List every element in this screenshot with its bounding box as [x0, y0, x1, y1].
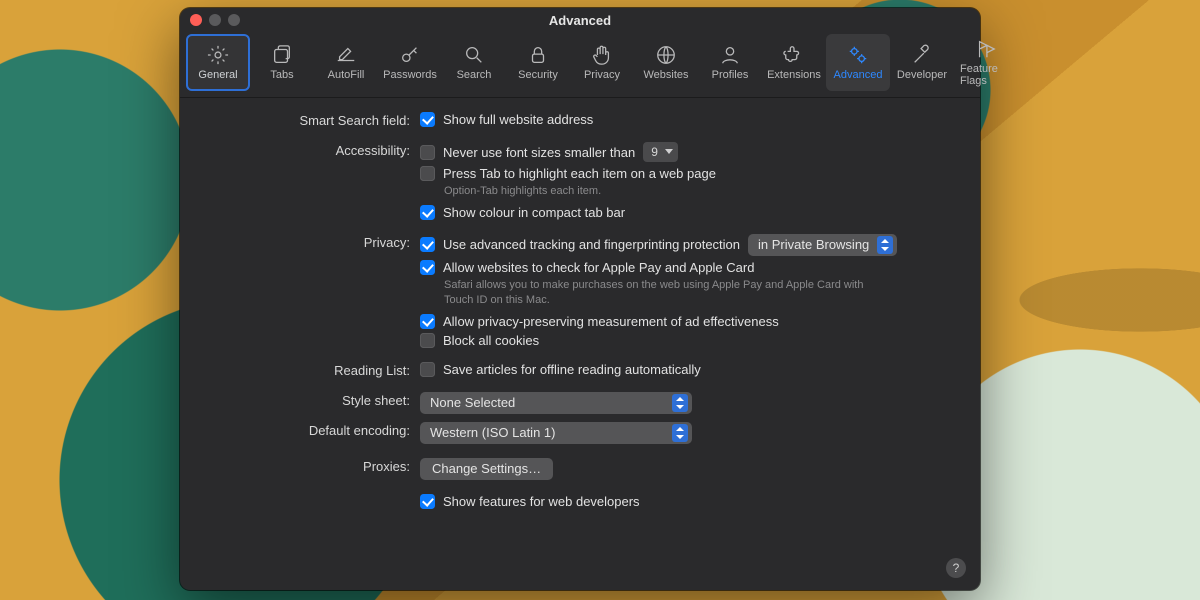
- block-cookies-checkbox[interactable]: [420, 333, 435, 348]
- toolbar-label: General: [198, 69, 237, 81]
- flags-icon: [975, 38, 997, 60]
- gears-icon: [847, 44, 869, 66]
- toolbar-advanced[interactable]: Advanced: [826, 34, 890, 91]
- toolbar-label: Passwords: [383, 69, 437, 81]
- encoding-value: Western (ISO Latin 1): [430, 425, 555, 440]
- min-font-value: 9: [651, 145, 658, 159]
- toolbar-security[interactable]: Security: [506, 34, 570, 91]
- accessibility-label: Accessibility:: [200, 142, 420, 158]
- tracking-scope-value: in Private Browsing: [758, 237, 869, 252]
- window-title: Advanced: [180, 13, 980, 28]
- show-colour-checkbox[interactable]: [420, 205, 435, 220]
- block-cookies-label: Block all cookies: [443, 333, 539, 348]
- toolbar-label: Tabs: [270, 69, 293, 81]
- person-icon: [719, 44, 741, 66]
- toolbar-label: Privacy: [584, 69, 620, 81]
- show-colour-label: Show colour in compact tab bar: [443, 205, 625, 220]
- empty-label: [200, 494, 420, 495]
- reading-list-label: Reading List:: [200, 362, 420, 378]
- ad-measurement-label: Allow privacy-preserving measurement of …: [443, 314, 779, 329]
- min-font-stepper[interactable]: 9: [643, 142, 678, 162]
- advanced-pane: Smart Search field: Show full website ad…: [180, 98, 980, 590]
- toolbar-extensions[interactable]: Extensions: [762, 34, 826, 91]
- toolbar-label: AutoFill: [328, 69, 365, 81]
- apple-pay-label: Allow websites to check for Apple Pay an…: [443, 260, 754, 275]
- press-tab-hint: Option-Tab highlights each item.: [444, 184, 874, 199]
- style-sheet-label: Style sheet:: [200, 392, 420, 408]
- show-full-address-label: Show full website address: [443, 112, 593, 127]
- toolbar-label: Extensions: [767, 69, 821, 81]
- updown-icon: [672, 394, 688, 412]
- puzzle-icon: [783, 44, 805, 66]
- gear-icon: [207, 44, 229, 66]
- privacy-label: Privacy:: [200, 234, 420, 250]
- preferences-toolbar: General Tabs AutoFill Passwords Search S…: [180, 32, 980, 98]
- toolbar-privacy[interactable]: Privacy: [570, 34, 634, 91]
- toolbar-label: Security: [518, 69, 558, 81]
- search-icon: [463, 44, 485, 66]
- updown-icon: [877, 236, 893, 254]
- save-offline-label: Save articles for offline reading automa…: [443, 362, 701, 377]
- titlebar: Advanced: [180, 8, 980, 32]
- toolbar-autofill[interactable]: AutoFill: [314, 34, 378, 91]
- press-tab-checkbox[interactable]: [420, 166, 435, 181]
- change-proxies-button[interactable]: Change Settings…: [420, 458, 553, 480]
- style-sheet-popup[interactable]: None Selected: [420, 392, 692, 414]
- change-proxies-label: Change Settings…: [432, 461, 541, 476]
- toolbar-label: Developer: [897, 69, 947, 81]
- encoding-label: Default encoding:: [200, 422, 420, 438]
- toolbar-search[interactable]: Search: [442, 34, 506, 91]
- toolbar-label: Profiles: [712, 69, 749, 81]
- tabs-icon: [271, 44, 293, 66]
- press-tab-label: Press Tab to highlight each item on a we…: [443, 166, 716, 181]
- toolbar-passwords[interactable]: Passwords: [378, 34, 442, 91]
- ad-measurement-checkbox[interactable]: [420, 314, 435, 329]
- tracking-scope-popup[interactable]: in Private Browsing: [748, 234, 897, 256]
- show-developer-label: Show features for web developers: [443, 494, 640, 509]
- key-icon: [399, 44, 421, 66]
- toolbar-profiles[interactable]: Profiles: [698, 34, 762, 91]
- advanced-tracking-checkbox[interactable]: [420, 237, 435, 252]
- hand-icon: [591, 44, 613, 66]
- help-icon: ?: [953, 561, 960, 575]
- save-offline-checkbox[interactable]: [420, 362, 435, 377]
- pencil-icon: [335, 44, 357, 66]
- show-full-address-checkbox[interactable]: [420, 112, 435, 127]
- toolbar-tabs[interactable]: Tabs: [250, 34, 314, 91]
- proxies-label: Proxies:: [200, 458, 420, 474]
- globe-icon: [655, 44, 677, 66]
- min-font-checkbox[interactable]: [420, 145, 435, 160]
- toolbar-feature-flags[interactable]: Feature Flags: [954, 34, 1018, 91]
- style-sheet-value: None Selected: [430, 395, 515, 410]
- show-developer-checkbox[interactable]: [420, 494, 435, 509]
- toolbar-general[interactable]: General: [186, 34, 250, 91]
- apple-pay-hint: Safari allows you to make purchases on t…: [444, 278, 874, 308]
- min-font-label: Never use font sizes smaller than: [443, 145, 635, 160]
- toolbar-websites[interactable]: Websites: [634, 34, 698, 91]
- toolbar-label: Websites: [643, 69, 688, 81]
- chevron-down-icon: [664, 145, 674, 159]
- encoding-popup[interactable]: Western (ISO Latin 1): [420, 422, 692, 444]
- toolbar-label: Advanced: [834, 69, 883, 81]
- updown-icon: [672, 424, 688, 442]
- toolbar-developer[interactable]: Developer: [890, 34, 954, 91]
- smart-search-label: Smart Search field:: [200, 112, 420, 128]
- toolbar-label: Search: [457, 69, 492, 81]
- help-button[interactable]: ?: [946, 558, 966, 578]
- lock-icon: [527, 44, 549, 66]
- apple-pay-checkbox[interactable]: [420, 260, 435, 275]
- advanced-tracking-label: Use advanced tracking and fingerprinting…: [443, 237, 740, 252]
- toolbar-label: Feature Flags: [960, 63, 1012, 87]
- tools-icon: [911, 44, 933, 66]
- preferences-window: Advanced General Tabs AutoFill Passwords…: [180, 8, 980, 590]
